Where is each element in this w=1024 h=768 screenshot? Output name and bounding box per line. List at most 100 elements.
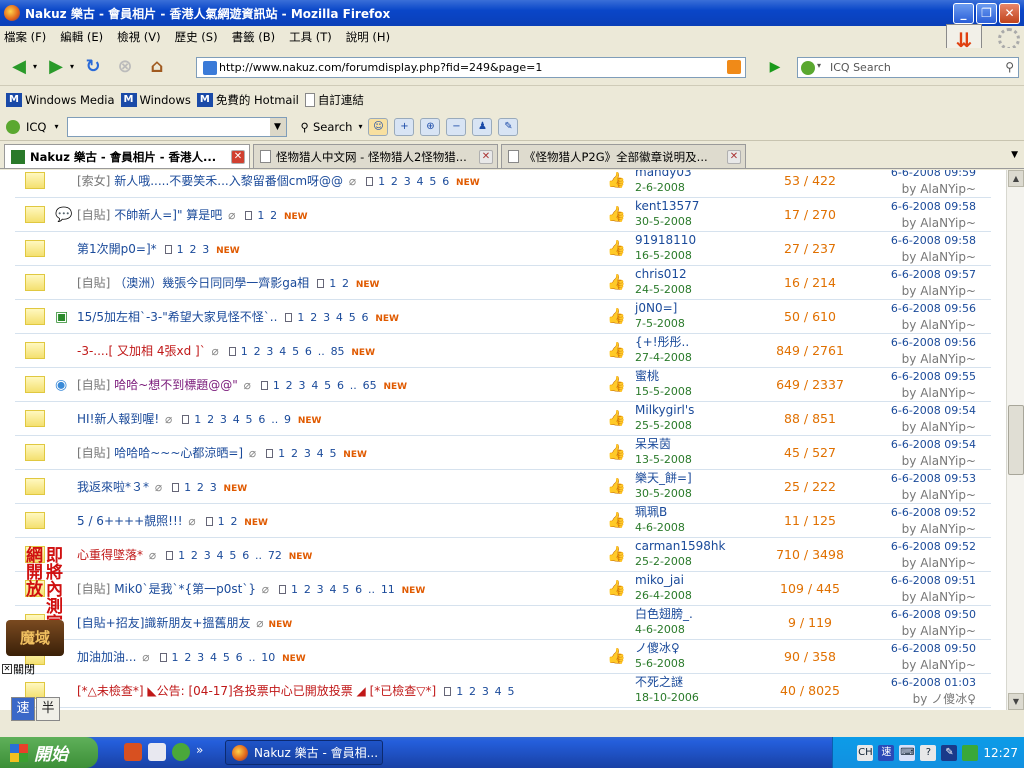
author-link[interactable]: 呆呆茵 — [635, 437, 671, 451]
menu-edit[interactable]: 編輯 (E) — [60, 29, 103, 45]
page-link[interactable]: 4 — [317, 447, 324, 460]
zoom-out-icon[interactable]: − — [446, 117, 467, 136]
page-link[interactable]: 2 — [197, 481, 204, 494]
clock[interactable]: 12:27 — [983, 746, 1018, 760]
thread-row[interactable]: 我返來啦*３* ⌀ 1 2 3 NEW 👍 樂天_餅=] 30-5-2008 25 / 2… — [15, 470, 991, 504]
page-link[interactable]: 4 — [311, 379, 318, 392]
page-link[interactable]: 4 — [417, 175, 424, 188]
page-link[interactable]: 1 — [241, 345, 248, 358]
thread-title-link[interactable]: Mik0`是我`*{第一p0st`} — [114, 582, 256, 596]
page-link[interactable]: 2 — [254, 345, 261, 358]
page-link[interactable]: .. — [255, 549, 262, 562]
url-bar[interactable]: http://www.nakuz.com/forumdisplay.php?fi… — [196, 57, 746, 78]
thread-row[interactable]: [自貼] 哈哈哈~~~心都涼晒=] ⌀ 1 2 3 4 5 NEW 👍 呆呆茵 13-5… — [15, 436, 991, 470]
thread-row[interactable]: ▣ 15/5加左相`-3-"希望大家見怪不怪`.. 1 2 3 4 5 6 NEW 👍… — [15, 300, 991, 334]
last-post-by[interactable]: by AlaNYip~ — [902, 420, 976, 434]
last-post-by[interactable]: by AlaNYip~ — [902, 556, 976, 570]
thread-row[interactable]: ◉ [自貼] 哈哈~想不到標題@@" ⌀ 1 2 3 4 5 6 .. 65 NEW… — [15, 368, 991, 402]
page-link[interactable]: 1 — [178, 549, 185, 562]
page-link[interactable]: 10 — [261, 651, 275, 664]
last-post-by[interactable]: by AlaNYip~ — [902, 658, 976, 672]
taskbar-window-button[interactable]: Nakuz 樂古 - 會員相... — [225, 740, 383, 765]
thread-title-link[interactable]: 我返來啦*３* — [77, 480, 149, 494]
page-link[interactable]: 2 — [391, 175, 398, 188]
last-post-time[interactable]: 6-6-2008 09:50 — [891, 608, 976, 621]
bookmark-windows-media[interactable]: M Windows Media — [6, 93, 115, 107]
last-post-by[interactable]: by AlaNYip~ — [902, 352, 976, 366]
close-tab-icon[interactable]: ✕ — [727, 150, 741, 164]
search-engine-dropdown-icon[interactable]: ▾ — [817, 61, 821, 70]
page-link[interactable]: 3 — [298, 379, 305, 392]
page-link[interactable]: 1 — [172, 651, 179, 664]
page-link[interactable]: 5 — [246, 413, 253, 426]
back-icon[interactable]: ◀ — [6, 54, 32, 80]
page-link[interactable]: 2 — [469, 685, 476, 698]
last-post-time[interactable]: 6-6-2008 01:03 — [891, 676, 976, 689]
close-tab-icon[interactable]: ✕ — [479, 150, 493, 164]
last-post-time[interactable]: 6-6-2008 09:56 — [891, 336, 976, 349]
search-icon[interactable]: ⚲ — [1005, 60, 1014, 74]
user-icon[interactable]: ♟ — [472, 117, 493, 136]
page-link[interactable]: 6 — [355, 583, 362, 596]
menu-file[interactable]: 檔案 (F) — [4, 29, 46, 45]
last-post-time[interactable]: 6-6-2008 09:51 — [891, 574, 976, 587]
ad-close-button[interactable]: ✕ 關閉 — [2, 661, 35, 677]
last-post-by[interactable]: by AlaNYip~ — [902, 624, 976, 638]
page-link[interactable]: 1 — [257, 209, 264, 222]
last-post-time[interactable]: 6-6-2008 09:56 — [891, 302, 976, 315]
thread-row[interactable]: [自貼+招友]識新朋友+搵舊朋友 ⌀ NEW 白色翅膀_. 4-6-2008 9 / 1… — [15, 606, 991, 640]
search-dropdown-icon[interactable]: ▾ — [358, 122, 362, 131]
thread-prefix[interactable]: [自貼] — [77, 582, 110, 596]
last-post-by[interactable]: by AlaNYip~ — [902, 318, 976, 332]
page-link[interactable]: 1 — [291, 583, 298, 596]
page-link[interactable]: 2 — [270, 209, 277, 222]
page-link[interactable]: 3 — [304, 447, 311, 460]
thread-title-link[interactable]: [自貼+招友]識新朋友+搵舊朋友 — [77, 616, 250, 630]
page-link[interactable]: 4 — [233, 413, 240, 426]
last-post-by[interactable]: by ノ傻冰♀ — [913, 692, 976, 706]
author-link[interactable]: 樂天_餅=] — [635, 471, 692, 485]
thread-prefix[interactable]: [自貼] — [77, 446, 110, 460]
thread-row[interactable]: 加油加油... ⌀ 1 2 3 4 5 6 .. 10 NEW 👍 ノ傻冰♀ 5-6-2… — [15, 640, 991, 674]
back-dropdown-icon[interactable]: ▾ — [33, 62, 37, 71]
tab-mhp2g-badges[interactable]: 《怪物猎人P2G》全部徽章说明及... ✕ — [501, 144, 746, 168]
thread-title-link[interactable]: 5 / 6++++靚照!!! — [77, 514, 183, 528]
author-link[interactable]: 91918110 — [635, 233, 696, 247]
help-icon[interactable]: ? — [920, 744, 937, 761]
thread-row[interactable]: 5 / 6++++靚照!!! ⌀ 1 2 NEW 👍 珮珮B 4-6-2008 11 / … — [15, 504, 991, 538]
rss-icon[interactable] — [727, 60, 741, 74]
page-link[interactable]: 2 — [291, 447, 298, 460]
page-link[interactable]: 2 — [230, 515, 237, 528]
forward-dropdown-icon[interactable]: ▾ — [70, 62, 74, 71]
last-post-time[interactable]: 6-6-2008 09:52 — [891, 506, 976, 519]
window-titlebar[interactable]: Nakuz 樂古 - 會員相片 - 香港人氣網遊資訊站 - Mozilla Fi… — [0, 0, 1024, 26]
page-link[interactable]: 1 — [273, 379, 280, 392]
page-link[interactable]: 3 — [482, 685, 489, 698]
page-link[interactable]: 9 — [284, 413, 291, 426]
author-link[interactable]: 不死之謎 — [635, 675, 683, 689]
page-link[interactable]: 3 — [266, 345, 273, 358]
author-link[interactable]: ノ傻冰♀ — [635, 641, 680, 655]
page-link[interactable]: .. — [318, 345, 325, 358]
thread-title-link[interactable]: 15/5加左相`-3-"希望大家見怪不怪`.. — [77, 310, 277, 324]
thread-prefix[interactable]: [索女] — [77, 174, 110, 188]
download-icon[interactable] — [124, 743, 142, 761]
thread-row[interactable]: [*△未檢查*] ◣公告: [04-17]各投票中心已開放投票 ◢ [*已檢查▽… — [15, 674, 991, 708]
author-link[interactable]: miko_jai — [635, 573, 684, 587]
last-post-by[interactable]: by AlaNYip~ — [902, 216, 976, 230]
close-button[interactable]: ✕ — [999, 2, 1020, 24]
page-link[interactable]: 5 — [429, 175, 436, 188]
bookmark-windows[interactable]: M Windows — [120, 93, 191, 107]
page-link[interactable]: 5 — [329, 447, 336, 460]
tab-list-icon[interactable]: ▼ — [1011, 150, 1018, 160]
page-link[interactable]: 6 — [305, 345, 312, 358]
last-post-time[interactable]: 6-6-2008 09:55 — [891, 370, 976, 383]
page-link[interactable]: 1 — [278, 447, 285, 460]
menu-tools[interactable]: 工具 (T) — [289, 29, 332, 45]
zoom-fit-icon[interactable]: ⊕ — [420, 117, 441, 136]
thread-title-link[interactable]: 第1次開p0=]* — [77, 242, 157, 256]
page-link[interactable]: .. — [248, 651, 255, 664]
page-link[interactable]: 6 — [258, 413, 265, 426]
tab-nakuz[interactable]: Nakuz 樂古 - 會員相片 - 香港人... ✕ — [4, 144, 250, 168]
show-desktop-icon[interactable] — [148, 743, 166, 761]
